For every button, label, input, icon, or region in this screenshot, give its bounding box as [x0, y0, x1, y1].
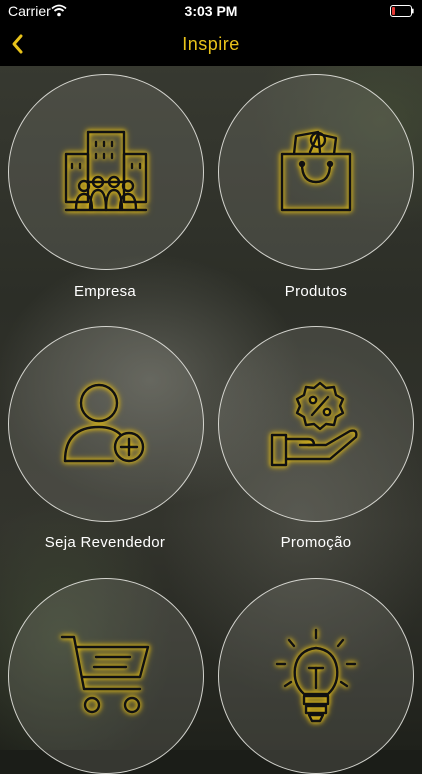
- battery-icon: [390, 4, 414, 17]
- status-bar: Carrier 3:03 PM: [0, 0, 422, 22]
- lightbulb-icon: [275, 628, 357, 723]
- shopping-bag-icon: [280, 130, 352, 212]
- building-people-icon: [64, 130, 148, 212]
- menu-item-seja-revendedor[interactable]: [8, 326, 204, 522]
- page-title: Inspire: [182, 34, 240, 54]
- shopping-cart-icon: [60, 635, 150, 714]
- menu-item-ideias[interactable]: [218, 578, 414, 774]
- menu-label-promocao: Promoção: [280, 534, 352, 551]
- navigation-bar: Inspire: [0, 22, 422, 66]
- menu-item-carrinho[interactable]: [8, 578, 204, 774]
- percent-badge-hand-icon: [270, 381, 358, 467]
- menu-item-empresa[interactable]: [8, 74, 204, 270]
- clock: 3:03 PM: [184, 3, 238, 19]
- menu-item-produtos[interactable]: [218, 74, 414, 270]
- menu-label-empresa: Empresa: [73, 283, 137, 300]
- menu-label-seja-revendedor: Seja Revendedor: [44, 534, 166, 551]
- menu-item-promocao[interactable]: [218, 326, 414, 522]
- add-user-icon: [63, 383, 145, 463]
- menu-label-produtos: Produtos: [284, 283, 348, 300]
